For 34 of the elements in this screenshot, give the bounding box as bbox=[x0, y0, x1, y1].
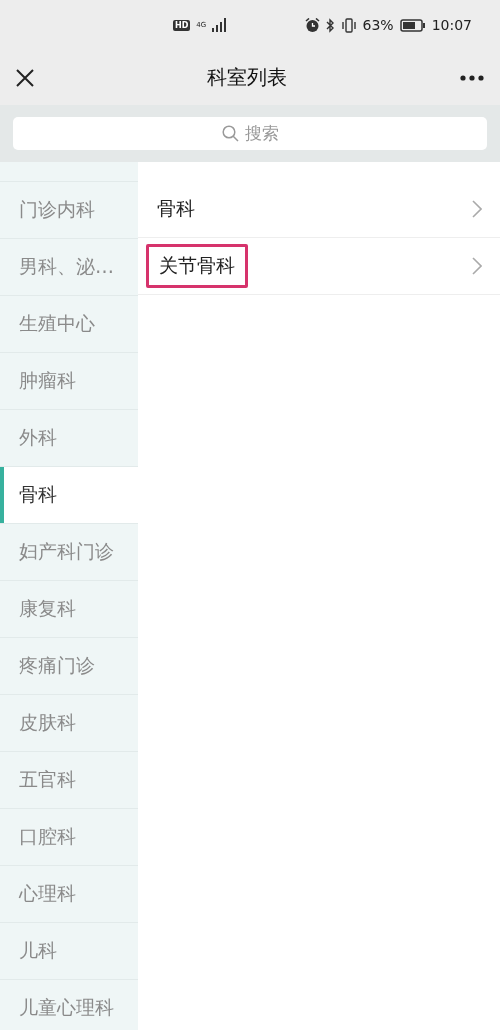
search-placeholder: 搜索 bbox=[244, 122, 279, 145]
sub-department-row[interactable]: 关节骨科 bbox=[138, 238, 500, 295]
sub-department-label: 关节骨科 bbox=[146, 244, 248, 288]
close-icon[interactable] bbox=[16, 68, 34, 87]
department-item[interactable]: 妇产科门诊 bbox=[0, 523, 138, 580]
battery-icon bbox=[399, 18, 426, 32]
sub-department-label: 骨科 bbox=[157, 196, 196, 221]
chevron-icon bbox=[472, 200, 482, 218]
department-item[interactable]: 儿科 bbox=[0, 922, 138, 979]
chevron-icon bbox=[472, 257, 482, 275]
clock-time: 10:07 bbox=[431, 17, 472, 33]
sub-department-row[interactable]: 骨科 bbox=[138, 181, 500, 238]
search-field[interactable]: 搜索 bbox=[13, 117, 487, 150]
signal-icon bbox=[212, 18, 229, 32]
page-title: 科室列表 bbox=[206, 64, 288, 91]
department-item[interactable]: 肿瘤科 bbox=[0, 352, 138, 409]
department-item[interactable]: 男科、泌… bbox=[0, 238, 138, 295]
department-item[interactable]: 皮肤科 bbox=[0, 694, 138, 751]
department-item[interactable]: 五官科 bbox=[0, 751, 138, 808]
department-item[interactable]: 儿童心理科 bbox=[0, 979, 138, 1030]
department-item[interactable]: 口腔科 bbox=[0, 808, 138, 865]
department-item[interactable]: 疼痛门诊 bbox=[0, 637, 138, 694]
battery-percent: 63% bbox=[362, 17, 394, 33]
department-item[interactable]: 心理科 bbox=[0, 865, 138, 922]
more-icon[interactable] bbox=[460, 74, 484, 81]
department-item[interactable]: 门诊内科 bbox=[0, 181, 138, 238]
department-item[interactable]: 骨科 bbox=[0, 466, 138, 523]
department-item[interactable]: 生殖中心 bbox=[0, 295, 138, 352]
vibrate-icon bbox=[340, 17, 357, 33]
hd-badge: HD bbox=[173, 19, 191, 31]
bluetooth-icon bbox=[325, 17, 335, 33]
search-icon bbox=[221, 125, 239, 142]
alarm-icon bbox=[304, 17, 320, 33]
department-item[interactable]: 康复科 bbox=[0, 580, 138, 637]
